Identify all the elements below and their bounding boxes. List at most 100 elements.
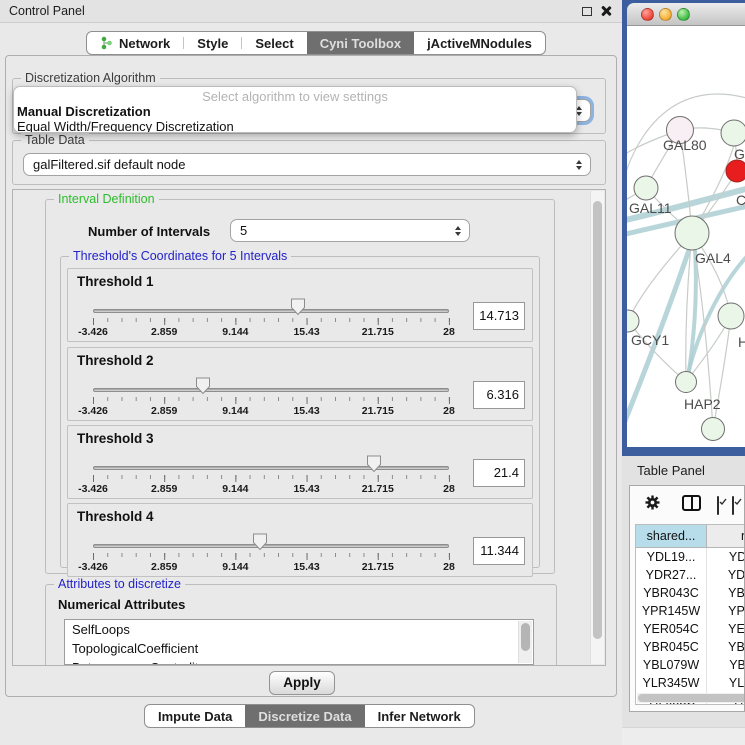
group-title: Attributes to discretize: [54, 577, 185, 591]
threshold-4-value-field[interactable]: 11.344: [473, 537, 525, 565]
threshold-4-slider[interactable]: -3.426 2.859 9.144 15.43 21.715 28: [93, 533, 449, 577]
network-window-titlebar[interactable]: [627, 3, 745, 26]
apply-button[interactable]: Apply: [269, 671, 335, 695]
node-gal4[interactable]: [675, 216, 709, 250]
threshold-2-box: Threshold 2 -3.426 2.859 9.144 15.43 21.…: [67, 347, 533, 421]
slider-thumb[interactable]: [367, 455, 382, 473]
table-data-group: Table Data galFiltered.sif default node: [12, 140, 606, 185]
close-traffic-light-icon[interactable]: [641, 8, 654, 21]
attributes-group: Attributes to discretize Numerical Attri…: [45, 584, 557, 666]
panel-title: Control Panel: [9, 0, 85, 23]
gear-icon[interactable]: [644, 494, 661, 516]
node-label: HAP2: [684, 396, 721, 412]
threshold-1-box: Threshold 1 -3.426 2.859 9.144 15.43 21.…: [67, 268, 533, 342]
node-label: GAL4: [695, 250, 731, 266]
slider-track[interactable]: [93, 544, 449, 548]
node-partial-bottom[interactable]: [702, 418, 725, 441]
scrollbar-thumb[interactable]: [593, 201, 602, 639]
network-tab-icon: [100, 36, 113, 50]
node-label: GCY1: [631, 332, 669, 348]
list-item[interactable]: TopologicalCoefficient: [65, 639, 533, 658]
table-row[interactable]: YDL19...YDL1: [636, 548, 745, 566]
node-h[interactable]: [718, 303, 744, 329]
table-horizontal-scrollbar[interactable]: [637, 693, 745, 703]
slider-track[interactable]: [93, 388, 449, 392]
network-canvas[interactable]: GAL80 GA C GAL11 GAL4 GCY1 H HAP2: [627, 26, 745, 447]
table-row[interactable]: YDR27...YDR2: [636, 566, 745, 584]
table-row[interactable]: YER054CYER0: [636, 620, 745, 638]
numerical-attributes-list: SelfLoops TopologicalCoefficient Between…: [64, 619, 534, 665]
scrollbar-thumb[interactable]: [638, 694, 745, 702]
threshold-label: Threshold 3: [77, 431, 154, 446]
table-data-selected-value: galFiltered.sif default node: [33, 154, 185, 175]
settings-scrollbar[interactable]: [590, 191, 604, 664]
slider-thumb[interactable]: [253, 533, 268, 551]
checkbox-icon[interactable]: [717, 496, 719, 515]
tab-discretize-data[interactable]: Discretize Data: [245, 705, 364, 727]
table-header-row: shared... n: [636, 525, 745, 548]
split-view-icon[interactable]: [682, 495, 701, 511]
zoom-traffic-light-icon[interactable]: [677, 8, 690, 21]
float-panel-icon[interactable]: [582, 7, 592, 16]
node-red-selected[interactable]: [726, 160, 745, 182]
num-intervals-value: 5: [240, 220, 247, 241]
threshold-label: Threshold 4: [77, 509, 154, 524]
column-header-name[interactable]: n: [707, 525, 745, 547]
popup-option-equal-width[interactable]: Equal Width/Frequency Discretization: [14, 119, 576, 133]
popup-option-manual-discretization[interactable]: Manual Discretization: [14, 104, 576, 119]
tab-infer-network[interactable]: Infer Network: [365, 705, 474, 727]
slider-track[interactable]: [93, 466, 449, 470]
threshold-2-value-field[interactable]: 6.316: [473, 381, 525, 409]
group-title: Interval Definition: [54, 192, 159, 206]
tab-network[interactable]: Network: [87, 32, 183, 54]
node-label: GAL80: [663, 137, 707, 153]
node-label: H: [738, 334, 745, 350]
popup-placeholder-option[interactable]: Select algorithm to view settings: [14, 89, 576, 104]
node-ga[interactable]: [721, 120, 745, 146]
minimize-traffic-light-icon[interactable]: [659, 8, 672, 21]
interval-definition-group: Interval Definition Number of Intervals …: [45, 199, 555, 574]
list-item[interactable]: BetweennessCentrality: [65, 658, 533, 665]
table-row[interactable]: YBL079WYBL0: [636, 656, 745, 674]
node-label: GA: [734, 146, 745, 162]
tab-style[interactable]: Style: [184, 32, 241, 54]
threshold-3-slider[interactable]: -3.426 2.859 9.144 15.43 21.715 28: [93, 455, 449, 499]
slider-thumb[interactable]: [196, 377, 211, 395]
node-gcy1[interactable]: [627, 310, 639, 332]
control-panel: Control Panel Network Style Select Cyni …: [0, 0, 622, 745]
table-panel-title: Table Panel: [637, 463, 705, 478]
table-data-combobox[interactable]: galFiltered.sif default node: [23, 153, 591, 176]
list-scrollbar[interactable]: [518, 621, 532, 663]
control-panel-tabbar: Network Style Select Cyni Toolbox jActiv…: [86, 31, 546, 55]
table-toolbar: [630, 486, 744, 520]
settings-scrollpane: Interval Definition Number of Intervals …: [12, 189, 606, 666]
close-icon[interactable]: [600, 5, 612, 17]
num-intervals-label: Number of Intervals: [88, 224, 210, 239]
list-item[interactable]: SelfLoops: [65, 620, 533, 639]
column-header-shared-name[interactable]: shared...: [636, 525, 707, 547]
table-row[interactable]: YBR045CYBR0: [636, 638, 745, 656]
table-row[interactable]: YPR145WYPR1: [636, 602, 745, 620]
num-intervals-combobox[interactable]: 5: [230, 219, 470, 242]
threshold-2-slider[interactable]: -3.426 2.859 9.144 15.43 21.715 28: [93, 377, 449, 421]
threshold-3-value-field[interactable]: 21.4: [473, 459, 525, 487]
threshold-3-box: Threshold 3 -3.426 2.859 9.144 15.43 21.…: [67, 425, 533, 499]
tab-impute-data[interactable]: Impute Data: [145, 705, 245, 727]
slider-thumb[interactable]: [291, 298, 306, 316]
threshold-1-slider[interactable]: -3.426 2.859 9.144 15.43 21.715 28: [93, 298, 449, 342]
threshold-1-value-field[interactable]: 14.713: [473, 302, 525, 330]
tab-cyni-toolbox[interactable]: Cyni Toolbox: [307, 32, 414, 54]
tab-select[interactable]: Select: [242, 32, 306, 54]
table-row[interactable]: YLR345WYLR3: [636, 674, 745, 692]
checkbox-icon[interactable]: [732, 496, 734, 515]
slider-track[interactable]: [93, 309, 449, 313]
algorithm-dropdown-popup: Select algorithm to view settings Manual…: [13, 86, 577, 133]
node-hap2[interactable]: [676, 372, 697, 393]
tab-jactivemnodules[interactable]: jActiveMNodules: [414, 32, 545, 54]
threshold-4-box: Threshold 4 -3.426 2.859 9.144 15.43 21.…: [67, 503, 533, 577]
table-panel-statusbar: [622, 727, 745, 745]
node-gal11[interactable]: [634, 176, 658, 200]
network-graph: [627, 26, 745, 447]
table-row[interactable]: YBR043CYBR0: [636, 584, 745, 602]
scrollbar-thumb[interactable]: [521, 623, 530, 651]
